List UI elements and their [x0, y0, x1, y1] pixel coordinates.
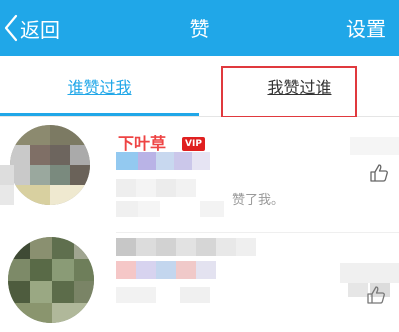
thumbs-up-icon[interactable]	[366, 285, 386, 309]
highlight-annotation-box	[221, 66, 357, 118]
tab-label: 谁赞过我	[67, 78, 132, 97]
avatar[interactable]	[10, 125, 90, 205]
avatar[interactable]	[8, 237, 94, 323]
likes-list: 下叶草 VIP 赞了我。	[0, 117, 399, 332]
tab-who-liked-me[interactable]: 谁赞过我	[0, 56, 199, 116]
list-item[interactable]	[0, 233, 399, 332]
vip-badge: VIP	[182, 137, 205, 151]
like-message: 赞了我。	[232, 193, 285, 208]
list-item[interactable]: 下叶草 VIP 赞了我。	[0, 117, 399, 232]
active-tab-indicator	[0, 113, 199, 116]
thumbs-up-icon[interactable]	[369, 163, 389, 187]
user-name[interactable]: 下叶草	[118, 130, 166, 154]
page-title: 赞	[189, 17, 210, 41]
settings-button[interactable]: 设置	[346, 13, 386, 42]
top-bar: 返回 赞 设置	[0, 0, 399, 56]
